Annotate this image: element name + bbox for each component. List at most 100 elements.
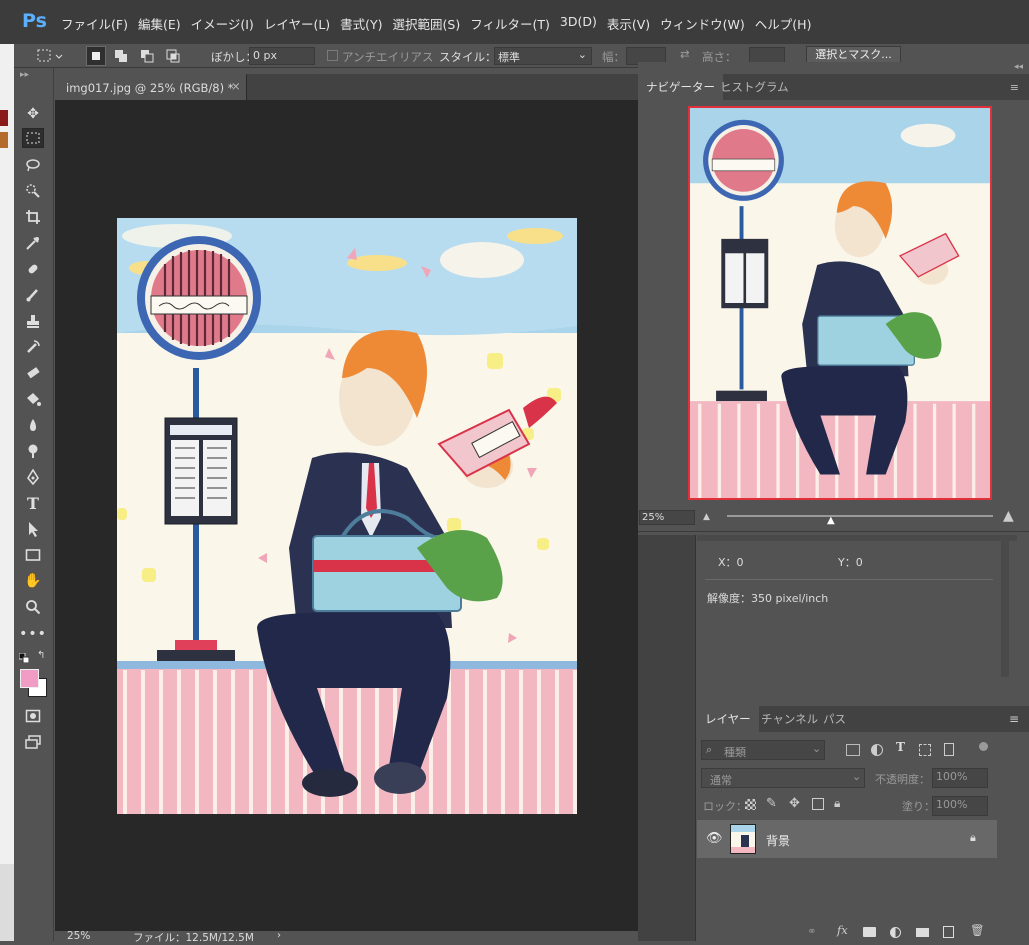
pen-tool-icon[interactable]	[22, 467, 44, 487]
swap-icon[interactable]: ⇄	[680, 47, 690, 61]
swap-colors-icon[interactable]: ↰	[37, 650, 45, 661]
blur-tool-icon[interactable]	[22, 415, 44, 435]
menu-3d[interactable]: 3D(D)	[555, 14, 602, 33]
filter-type-icon[interactable]: T	[896, 740, 905, 754]
rectangle-tool-icon[interactable]	[22, 545, 44, 565]
zoom-in-icon[interactable]: ▲	[1003, 508, 1014, 524]
layers-footer: ⚭ fx 🗑︎	[697, 922, 1029, 941]
menu-view[interactable]: 表示(V)	[602, 14, 655, 33]
move-tool-icon[interactable]: ✥	[22, 104, 44, 124]
panel-menu-icon[interactable]: ≡	[1010, 81, 1019, 94]
clone-stamp-tool-icon[interactable]	[22, 311, 44, 331]
history-brush-tool-icon[interactable]	[22, 337, 44, 357]
eraser-tool-icon[interactable]	[22, 363, 44, 383]
lasso-tool-icon[interactable]	[22, 155, 44, 175]
layers-tabs: レイヤー チャンネル パス ≡	[697, 706, 1029, 732]
quick-mask-icon[interactable]	[22, 706, 44, 726]
lock-artboard-icon[interactable]	[812, 798, 824, 810]
menu-select[interactable]: 選択範囲(S)	[388, 14, 466, 33]
fill-input[interactable]: 100%	[932, 796, 988, 816]
blend-mode-select[interactable]: 通常 ⌄	[701, 768, 865, 788]
status-arrow-icon[interactable]: ›	[277, 930, 281, 941]
collapse-panels-icon[interactable]: ◂◂	[1014, 62, 1023, 72]
tab-paths[interactable]: パス	[815, 706, 854, 732]
hand-tool-icon[interactable]: ✋	[22, 571, 44, 591]
info-scrollbar[interactable]	[1001, 537, 1009, 677]
new-group-icon[interactable]	[916, 928, 929, 937]
style-label: スタイル：	[439, 50, 497, 64]
filter-smart-object-icon[interactable]	[944, 743, 954, 756]
filter-adjustment-icon[interactable]	[871, 744, 883, 756]
more-tools-icon[interactable]: •••	[19, 624, 46, 644]
menu-window[interactable]: ウィンドウ(W)	[655, 14, 750, 33]
foreground-color-swatch[interactable]	[20, 669, 39, 688]
lock-all-icon[interactable]: 🔒︎	[834, 796, 840, 811]
lock-paint-icon[interactable]: ✎	[766, 796, 777, 811]
new-layer-icon[interactable]	[943, 926, 954, 938]
filter-pixel-icon[interactable]	[846, 744, 860, 756]
navigator-thumbnail[interactable]	[688, 106, 992, 500]
marquee-tool-icon[interactable]	[22, 128, 44, 148]
navigator-zoom-input[interactable]: 25%	[639, 510, 695, 525]
dodge-tool-icon[interactable]	[22, 441, 44, 461]
path-selection-tool-icon[interactable]	[22, 519, 44, 539]
healing-brush-tool-icon[interactable]	[22, 259, 44, 279]
new-adjustment-icon[interactable]	[890, 927, 901, 938]
fx-icon[interactable]: fx	[837, 923, 848, 937]
menu-image[interactable]: イメージ(I)	[186, 14, 259, 33]
collapse-arrows-icon[interactable]: ▸▸	[20, 70, 29, 80]
document-tab[interactable]: img017.jpg @ 25% (RGB/8) * ×	[55, 74, 247, 100]
style-select[interactable]: 標準 ⌄	[494, 47, 592, 65]
tab-navigator[interactable]: ナビゲーター	[638, 74, 723, 100]
canvas-area[interactable]	[55, 100, 638, 931]
eyedropper-tool-icon[interactable]	[22, 233, 44, 253]
painting-illustration	[117, 218, 577, 814]
intersect-selection-icon[interactable]	[164, 47, 182, 65]
visibility-eye-icon[interactable]: 👁︎	[706, 831, 723, 846]
opacity-label: 不透明度：	[875, 773, 930, 786]
chevron-down-icon: ⌄	[577, 48, 587, 61]
layers-menu-icon[interactable]: ≡	[1009, 712, 1019, 726]
filter-shape-icon[interactable]	[919, 744, 931, 756]
add-selection-icon[interactable]	[112, 47, 130, 65]
tab-histogram[interactable]: ヒストグラム	[712, 74, 797, 100]
layer-filter-select[interactable]: ⌕ 種類 ⌄	[701, 740, 825, 760]
close-tab-icon[interactable]: ×	[231, 79, 241, 93]
delete-layer-icon[interactable]: 🗑︎	[970, 923, 985, 937]
menu-filter[interactable]: フィルター(T)	[465, 14, 555, 33]
lock-transparent-icon[interactable]	[745, 799, 756, 810]
chevron-down-icon: ⌄	[852, 770, 862, 783]
zoom-tool-icon[interactable]	[22, 597, 44, 617]
link-layers-icon[interactable]: ⚭	[807, 924, 817, 938]
zoom-out-icon[interactable]: ▲	[703, 512, 710, 522]
menu-file[interactable]: ファイル(F)	[56, 14, 133, 33]
type-tool-icon[interactable]: T	[22, 493, 44, 513]
default-colors-icon[interactable]	[18, 652, 30, 664]
opacity-input[interactable]: 100%	[932, 768, 988, 788]
layer-row[interactable]: 👁︎ 背景 🔒︎	[697, 820, 997, 858]
subtract-selection-icon[interactable]	[138, 47, 156, 65]
menu-type[interactable]: 書式(Y)	[335, 14, 387, 33]
zoom-slider-handle[interactable]: ▲	[827, 515, 835, 526]
lock-move-icon[interactable]: ✥	[789, 796, 800, 811]
antialias-checkbox[interactable]	[327, 50, 338, 61]
crop-tool-icon[interactable]	[22, 207, 44, 227]
navigator-zoom-slider[interactable]	[727, 515, 993, 517]
document-image[interactable]	[117, 218, 577, 814]
cursor-x-readout: X：0	[718, 556, 744, 569]
brush-tool-icon[interactable]	[22, 285, 44, 305]
desktop-edge	[0, 44, 14, 941]
paint-bucket-tool-icon[interactable]	[22, 389, 44, 409]
screen-mode-icon[interactable]	[22, 732, 44, 752]
new-selection-icon[interactable]	[86, 46, 106, 66]
quick-selection-tool-icon[interactable]	[22, 181, 44, 201]
feather-input[interactable]: 0 px	[249, 47, 315, 65]
menu-help[interactable]: ヘルプ(H)	[750, 14, 817, 33]
menu-edit[interactable]: 編集(E)	[133, 14, 186, 33]
filter-toggle-icon[interactable]	[979, 742, 988, 751]
zoom-status[interactable]: 25%	[67, 930, 90, 942]
marquee-preset-icon[interactable]	[36, 47, 66, 65]
menu-layer[interactable]: レイヤー(L)	[259, 14, 335, 33]
add-mask-icon[interactable]	[863, 927, 876, 937]
tab-layers[interactable]: レイヤー	[697, 706, 759, 732]
